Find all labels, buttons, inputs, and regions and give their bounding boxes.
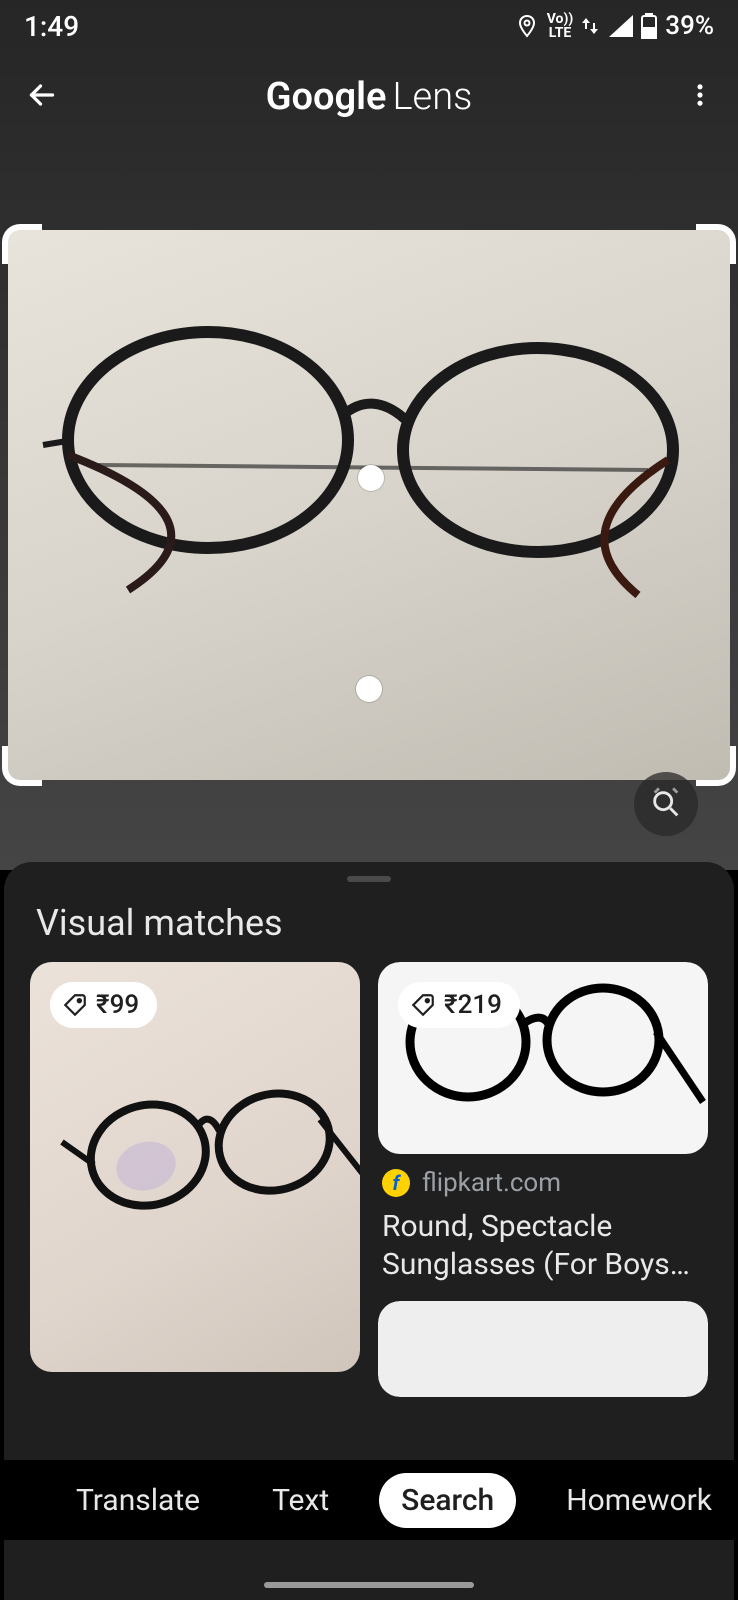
price-value: ₹99 [96,990,139,1020]
app-bar: Google Lens [0,52,738,142]
price-chip: ₹99 [50,982,157,1028]
eyeglasses-illustration [38,320,698,600]
battery-percent: 39% [665,11,714,41]
focus-point-2[interactable] [356,676,382,702]
network-arrows-icon [581,15,599,37]
price-tag-icon [410,992,436,1018]
back-button[interactable] [24,77,60,117]
focus-point-1[interactable] [358,465,384,491]
source-domain: flipkart.com [422,1168,561,1198]
crop-handle-top-right[interactable] [696,224,736,264]
crop-handle-bottom-left[interactable] [2,746,42,786]
image-search-button[interactable] [634,772,698,836]
location-icon [515,14,539,38]
crop-handle-bottom-right[interactable] [696,746,736,786]
app-title-bold: Google [266,75,387,119]
result-card[interactable]: ₹219 f flipkart.com Round, Spectacle Sun… [378,962,708,1283]
flipkart-favicon: f [382,1169,410,1197]
price-chip: ₹219 [398,982,520,1028]
result-thumbnail: ₹219 [378,962,708,1154]
crop-frame[interactable] [8,230,730,780]
gesture-nav-bar[interactable] [264,1582,474,1588]
tab-translate[interactable]: Translate [54,1473,222,1528]
crop-handle-top-left[interactable] [2,224,42,264]
app-title-light: Lens [393,75,473,119]
result-card[interactable] [378,1301,708,1397]
status-time: 1:49 [24,10,79,43]
mode-tabs: Translate Text Search Homework Shopping [0,1460,738,1540]
result-meta: f flipkart.com Round, Spectacle Sunglass… [378,1154,708,1283]
status-bar: 1:49 Vo)) LTE 39% [0,0,738,52]
result-title: Round, Spectacle Sunglasses (For Boys &… [382,1208,704,1283]
result-thumbnail: ₹99 [30,962,360,1372]
tab-homework[interactable]: Homework [544,1473,734,1528]
volte-label: Vo)) [547,12,574,26]
app-title: Google Lens [266,75,473,119]
status-icons: Vo)) LTE 39% [515,11,714,41]
price-tag-icon [62,992,88,1018]
result-thumbnail [378,1301,708,1397]
price-value: ₹219 [444,990,502,1020]
sheet-title: Visual matches [4,882,734,962]
result-card[interactable]: ₹99 [30,962,360,1372]
battery-icon [641,13,657,39]
lte-label: LTE [549,26,572,40]
tab-search[interactable]: Search [379,1473,516,1528]
tab-text[interactable]: Text [250,1473,351,1528]
more-options-button[interactable] [686,81,714,113]
signal-icon [607,15,633,37]
